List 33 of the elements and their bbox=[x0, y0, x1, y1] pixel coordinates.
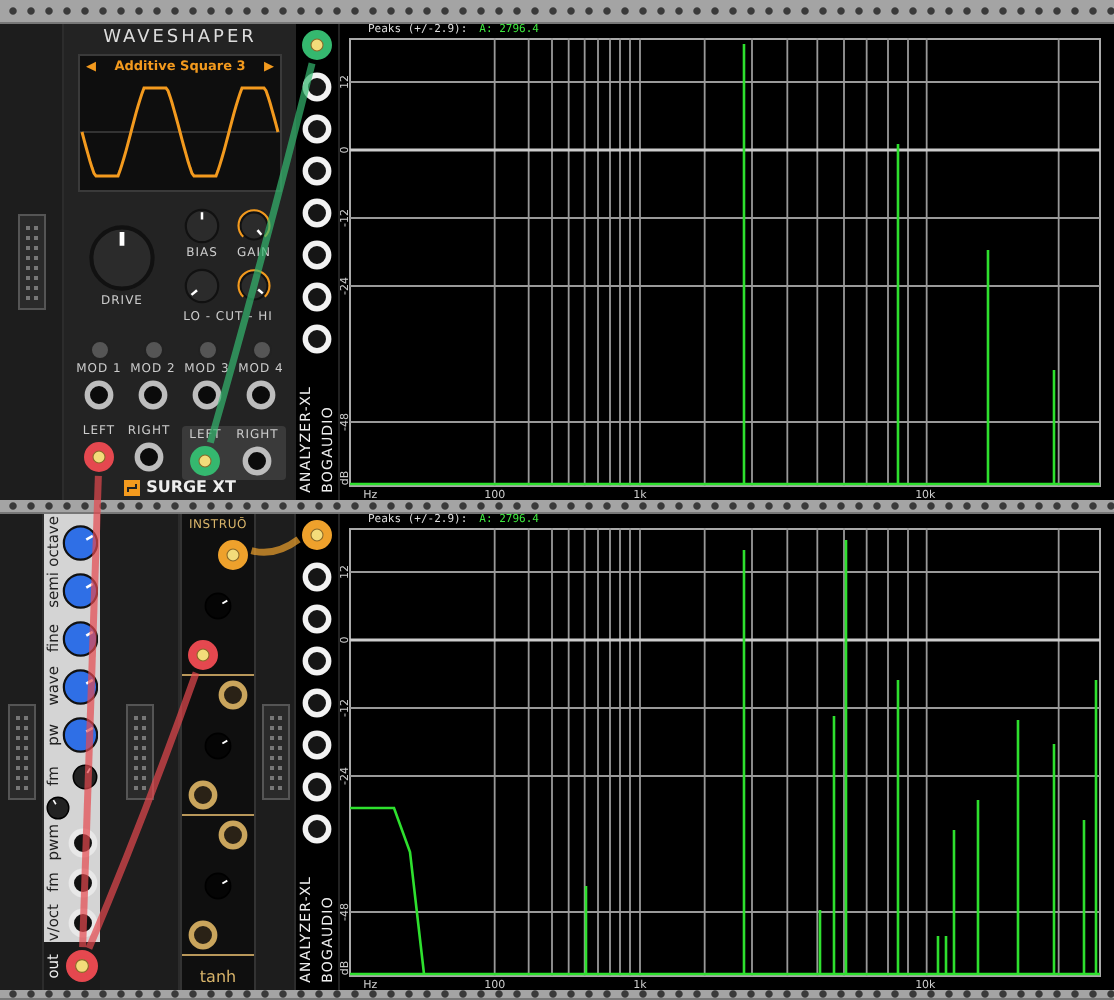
jack[interactable] bbox=[188, 780, 218, 810]
knob[interactable] bbox=[61, 619, 98, 657]
jack[interactable] bbox=[66, 950, 98, 982]
knob[interactable] bbox=[61, 715, 98, 753]
knob[interactable] bbox=[236, 208, 272, 244]
jack[interactable] bbox=[242, 446, 273, 476]
jack[interactable] bbox=[218, 540, 248, 570]
jack[interactable] bbox=[84, 380, 114, 410]
connector-drawing bbox=[125, 704, 153, 800]
jack[interactable] bbox=[188, 920, 218, 950]
knob[interactable] bbox=[61, 667, 98, 705]
jack[interactable] bbox=[302, 30, 332, 60]
patch-cable bbox=[250, 536, 301, 556]
jack[interactable] bbox=[190, 446, 221, 476]
jack[interactable] bbox=[302, 520, 332, 550]
jack[interactable] bbox=[138, 380, 168, 410]
jack[interactable] bbox=[218, 680, 248, 710]
connector-drawing bbox=[7, 704, 35, 800]
connector-drawing bbox=[17, 214, 45, 310]
brand-name: SURGE XT bbox=[146, 480, 236, 496]
knob[interactable] bbox=[46, 796, 70, 820]
connector-drawing bbox=[261, 704, 289, 800]
knob[interactable] bbox=[72, 763, 98, 789]
jack[interactable] bbox=[84, 442, 114, 472]
jack[interactable] bbox=[218, 820, 248, 850]
jack[interactable] bbox=[134, 442, 164, 472]
knob[interactable] bbox=[236, 268, 272, 304]
jack[interactable] bbox=[192, 380, 222, 410]
knob[interactable] bbox=[61, 523, 98, 561]
module-title: tanh bbox=[199, 970, 237, 990]
jack[interactable] bbox=[188, 640, 218, 670]
jack[interactable] bbox=[246, 380, 276, 410]
module-title: WAVESHAPER bbox=[101, 30, 259, 48]
